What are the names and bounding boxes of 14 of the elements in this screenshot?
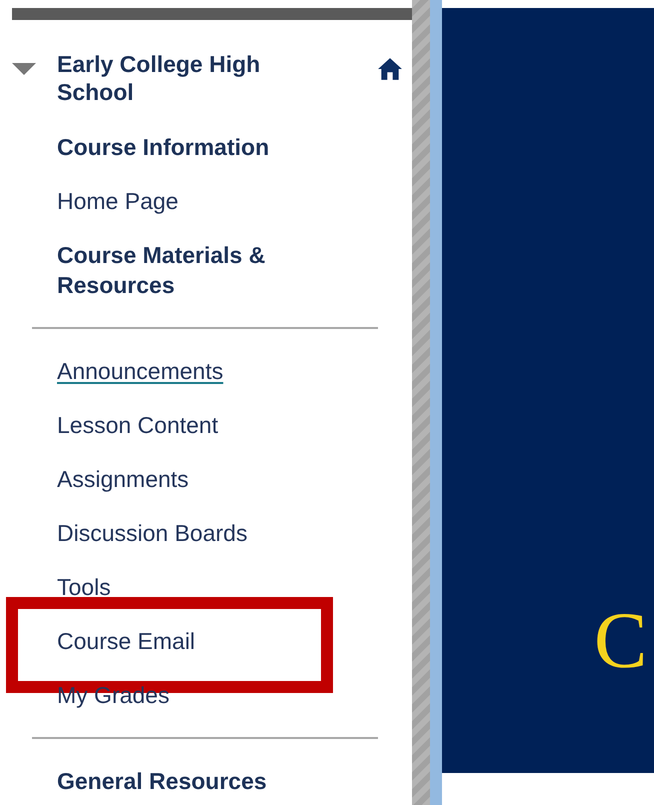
- banner-title: C: [594, 596, 648, 686]
- nav-link[interactable]: Course Information: [57, 120, 357, 174]
- nav-link[interactable]: Lesson Content: [57, 398, 357, 452]
- nav-link[interactable]: Course Email: [57, 614, 357, 668]
- nav-link[interactable]: Tools: [57, 560, 357, 614]
- collapse-triangle-icon[interactable]: [12, 63, 36, 75]
- course-title[interactable]: Early College High School: [57, 50, 317, 120]
- home-icon[interactable]: [377, 57, 403, 81]
- nav-link[interactable]: Announcements: [57, 344, 357, 398]
- nav-link[interactable]: General Resources: [57, 754, 357, 805]
- nav-link[interactable]: Discussion Boards: [57, 506, 357, 560]
- nav-link[interactable]: Course Materials & Resources: [57, 228, 357, 312]
- nav-link[interactable]: Home Page: [57, 174, 357, 228]
- nav-link[interactable]: Assignments: [57, 452, 357, 506]
